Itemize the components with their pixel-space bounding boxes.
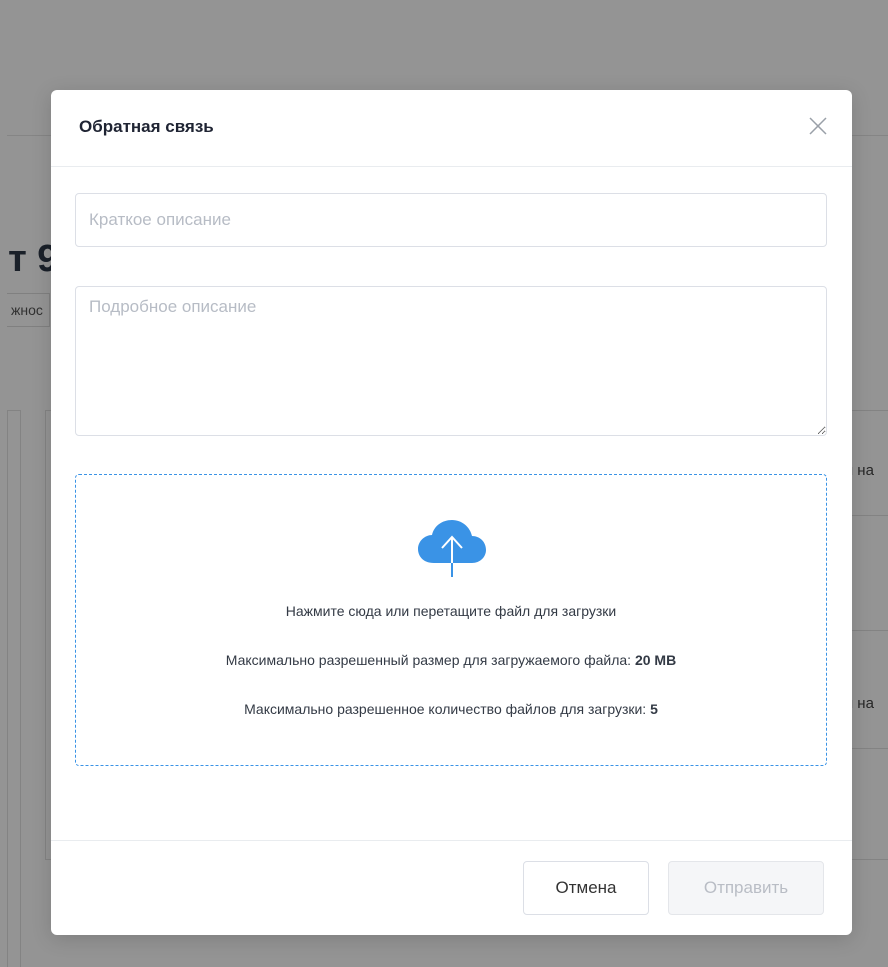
close-icon xyxy=(809,117,827,135)
long-description-textarea[interactable] xyxy=(75,286,827,436)
modal-header: Обратная связь xyxy=(51,90,852,167)
max-count-label: Максимально разрешенное количество файло… xyxy=(244,701,647,717)
cloud-upload-icon xyxy=(418,520,486,577)
max-size-info: Максимально разрешенный размер для загру… xyxy=(76,652,826,668)
submit-button[interactable]: Отправить xyxy=(668,861,824,915)
close-button[interactable] xyxy=(806,114,830,138)
max-size-value: 20 MB xyxy=(634,652,677,668)
file-dropzone[interactable]: Нажмите сюда или перетащите файл для заг… xyxy=(75,474,827,766)
max-size-label: Максимально разрешенный размер для загру… xyxy=(225,652,632,668)
short-description-input[interactable] xyxy=(75,193,827,247)
cancel-button[interactable]: Отмена xyxy=(523,861,649,915)
feedback-modal: Обратная связь Нажмите сюда или перетащи… xyxy=(51,90,852,935)
modal-footer: Отмена Отправить xyxy=(51,840,852,936)
max-count-info: Максимально разрешенное количество файло… xyxy=(76,701,826,717)
dropzone-hint: Нажмите сюда или перетащите файл для заг… xyxy=(285,603,617,619)
modal-title: Обратная связь xyxy=(79,117,214,136)
max-count-value: 5 xyxy=(650,701,658,717)
